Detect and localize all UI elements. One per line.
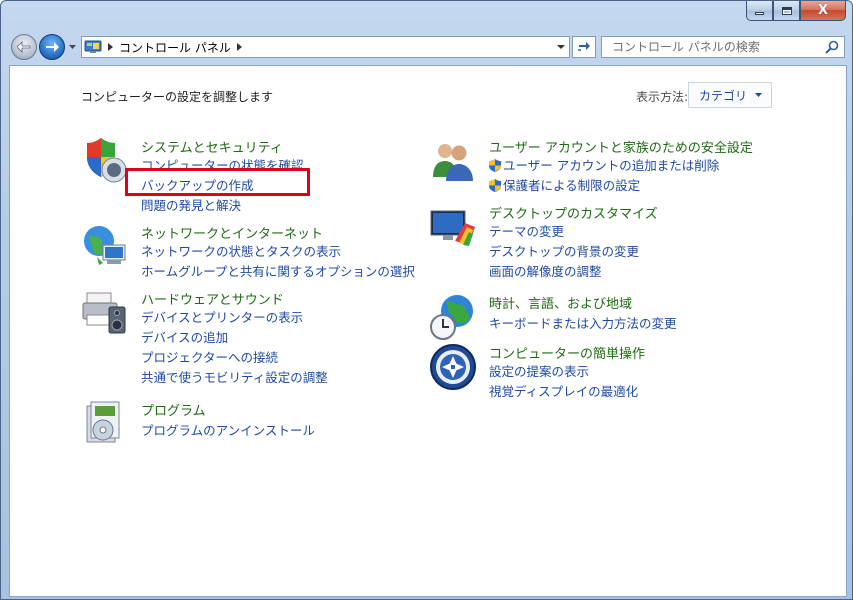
link-parental-controls-label: 保護者による制限の設定: [503, 178, 641, 193]
search-box[interactable]: [601, 36, 845, 58]
link-devices-printers[interactable]: デバイスとプリンターの表示: [141, 309, 328, 329]
arrow-left-icon: [17, 41, 31, 53]
category-title-system-security[interactable]: システムとセキュリティ: [141, 137, 283, 156]
link-uninstall-program[interactable]: プログラムのアンインストール: [141, 422, 315, 442]
refresh-icon: [578, 42, 590, 51]
chevron-down-icon: [68, 45, 76, 49]
category-title-network-internet[interactable]: ネットワークとインターネット: [141, 223, 323, 242]
uac-shield-icon: [489, 159, 501, 172]
category-title-user-accounts[interactable]: ユーザー アカウントと家族のための安全設定: [489, 137, 753, 156]
view-by-label: 表示方法:: [635, 90, 688, 104]
maximize-button[interactable]: [773, 1, 800, 21]
link-suggested-settings[interactable]: 設定の提案の表示: [489, 363, 638, 383]
link-add-remove-accounts[interactable]: ユーザー アカウントの追加または削除: [489, 157, 719, 177]
network-globe-icon: [84, 226, 126, 265]
close-button[interactable]: X: [800, 1, 846, 21]
content-area: コンピューターの設定を調整します 表示方法: カテゴリ システムとセキュリティ …: [9, 65, 847, 597]
link-parental-controls[interactable]: 保護者による制限の設定: [489, 177, 719, 197]
link-change-keyboard-input[interactable]: キーボードまたは入力方法の変更: [489, 315, 677, 335]
refresh-button[interactable]: [572, 36, 596, 58]
recent-pages-dropdown[interactable]: [67, 42, 77, 52]
highlight-box: [125, 168, 310, 196]
minimize-button[interactable]: [746, 1, 773, 21]
chevron-down-icon: [755, 93, 762, 97]
chevron-right-icon: [108, 43, 113, 51]
window: X コントロール パネル コンピューターの設定を: [0, 0, 853, 600]
globe-clock-icon: [430, 295, 473, 340]
back-button[interactable]: [11, 34, 37, 60]
link-optimize-display[interactable]: 視覚ディスプレイの最適化: [489, 383, 638, 403]
search-icon[interactable]: [825, 40, 839, 54]
display-palette-icon: [430, 210, 475, 246]
forward-button[interactable]: [39, 34, 65, 60]
close-icon: X: [817, 3, 829, 18]
view-by-dropdown[interactable]: カテゴリ: [688, 82, 772, 108]
search-input[interactable]: [602, 40, 812, 54]
link-add-device[interactable]: デバイスの追加: [141, 329, 328, 349]
address-bar[interactable]: コントロール パネル: [81, 36, 570, 58]
category-title-ease-of-access[interactable]: コンピューターの簡単操作: [489, 343, 645, 362]
uac-shield-icon: [489, 179, 501, 192]
maximize-icon: [781, 6, 792, 15]
link-connect-projector[interactable]: プロジェクターへの接続: [141, 349, 328, 369]
shield-computer-icon: [87, 138, 127, 183]
category-title-hardware-sound[interactable]: ハードウェアとサウンド: [141, 289, 284, 308]
category-title-personalization[interactable]: デスクトップのカスタマイズ: [489, 203, 658, 222]
chevron-right-icon[interactable]: [236, 43, 242, 51]
link-mobility-settings[interactable]: 共通で使うモビリティ設定の調整: [141, 369, 328, 389]
arrow-right-icon: [46, 42, 59, 52]
page-title: コンピューターの設定を調整します: [81, 90, 274, 104]
category-title-programs[interactable]: プログラム: [141, 400, 206, 419]
link-homegroup-sharing[interactable]: ホームグループと共有に関するオプションの選択: [141, 263, 415, 283]
programs-disc-icon: [86, 401, 120, 443]
link-network-status-tasks[interactable]: ネットワークの状態とタスクの表示: [141, 243, 415, 263]
minimize-icon: [755, 12, 764, 15]
category-title-clock-language-region[interactable]: 時計、言語、および地域: [489, 293, 632, 312]
link-change-background[interactable]: デスクトップの背景の変更: [489, 243, 639, 263]
caption-buttons: X: [746, 1, 846, 21]
ease-of-access-icon: [430, 344, 476, 390]
link-find-fix-problems[interactable]: 問題の発見と解決: [141, 197, 304, 217]
link-add-remove-accounts-label: ユーザー アカウントの追加または削除: [503, 158, 720, 173]
control-panel-icon: [84, 40, 102, 53]
breadcrumb-control-panel[interactable]: コントロール パネル: [119, 39, 231, 56]
link-adjust-resolution[interactable]: 画面の解像度の調整: [489, 263, 639, 283]
view-by-value: カテゴリ: [699, 88, 748, 103]
chevron-down-icon[interactable]: [557, 42, 565, 52]
printer-speaker-icon: [82, 292, 126, 334]
users-icon: [433, 144, 473, 181]
link-change-theme[interactable]: テーマの変更: [489, 223, 639, 243]
